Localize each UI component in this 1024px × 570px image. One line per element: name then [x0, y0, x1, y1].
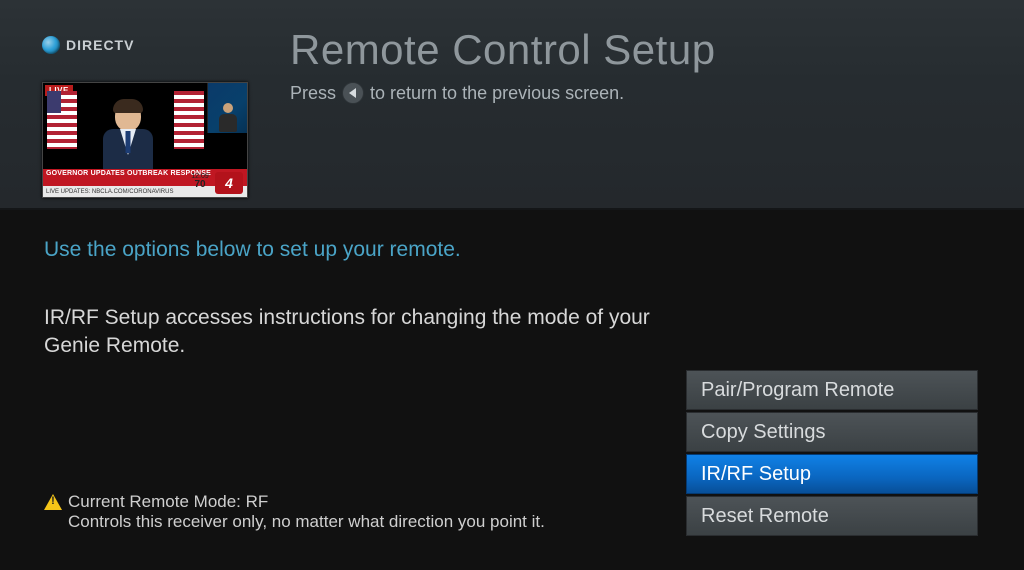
body-area: Use the options below to set up your rem… [0, 210, 1024, 570]
header-band: DIRECTV LIVE GOVERNOR UPDATES OUTBREAK R [0, 0, 1024, 210]
menu-item-label: IR/RF Setup [701, 463, 811, 486]
brand-name: DIRECTV [66, 37, 134, 53]
warning-icon [44, 494, 62, 510]
current-mode-info: Current Remote Mode: RF Controls this re… [44, 492, 545, 532]
hint-pre: Press [290, 83, 336, 104]
weather-temp: 12:09 70 [187, 173, 213, 193]
flag-icon [47, 91, 77, 149]
menu-ir-rf-setup[interactable]: IR/RF Setup [686, 454, 978, 494]
back-hint: Press to return to the previous screen. [290, 82, 624, 104]
menu-item-label: Copy Settings [701, 421, 826, 444]
instruction-text: Use the options below to set up your rem… [44, 238, 980, 262]
description-text: IR/RF Setup accesses instructions for ch… [44, 304, 684, 361]
flag-icon [174, 91, 204, 149]
back-button-icon[interactable] [342, 82, 364, 104]
page-title: Remote Control Setup [290, 26, 716, 74]
brand-logo: DIRECTV [42, 36, 134, 54]
tv-preview: LIVE GOVERNOR UPDATES OUTBREAK RESPONSE … [42, 82, 248, 198]
interpreter-box [207, 83, 247, 133]
options-menu: Pair/Program Remote Copy Settings IR/RF … [686, 370, 978, 536]
station-logo: 4 [215, 172, 243, 194]
menu-reset-remote[interactable]: Reset Remote [686, 496, 978, 536]
menu-item-label: Reset Remote [701, 505, 829, 528]
remote-mode-line: Current Remote Mode: RF [68, 492, 545, 512]
menu-item-label: Pair/Program Remote [701, 379, 894, 402]
menu-copy-settings[interactable]: Copy Settings [686, 412, 978, 452]
directv-globe-icon [42, 36, 60, 54]
remote-mode-desc: Controls this receiver only, no matter w… [68, 512, 545, 532]
speaker-figure [101, 101, 155, 175]
menu-pair-program[interactable]: Pair/Program Remote [686, 370, 978, 410]
hint-post: to return to the previous screen. [370, 83, 624, 104]
